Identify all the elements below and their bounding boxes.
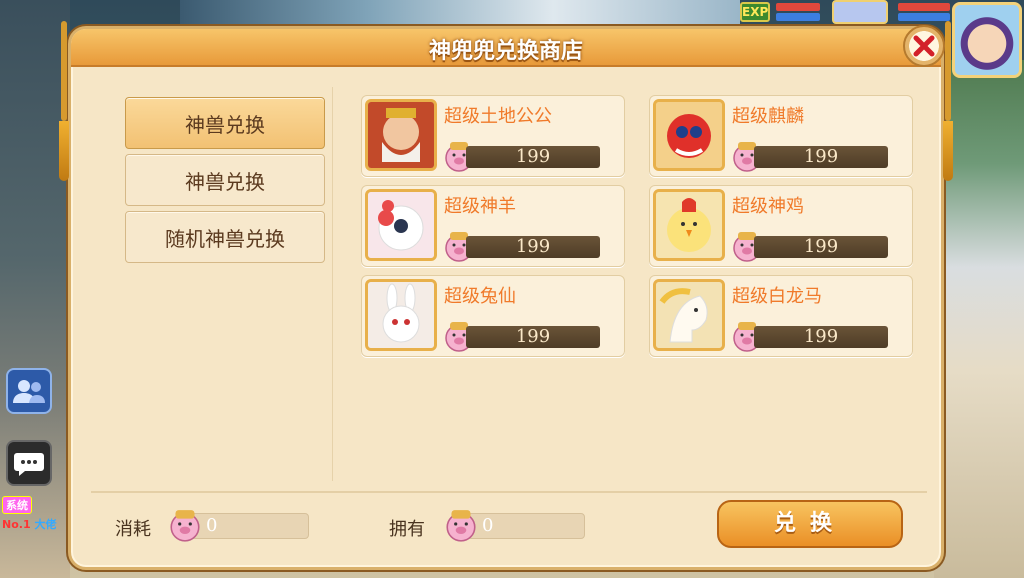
system-msg-prefix: No.1 xyxy=(2,518,31,531)
title-bar: 神兜兜兑换商店 xyxy=(71,29,941,67)
divine-rooster-portrait xyxy=(653,189,725,261)
item-price: 199 xyxy=(466,236,600,258)
shop-item[interactable]: 超级神羊 199 xyxy=(361,185,625,267)
divine-sheep-portrait xyxy=(365,189,437,261)
shop-item[interactable]: 超级兔仙 199 xyxy=(361,275,625,357)
cost-label: 消耗 xyxy=(115,519,151,540)
left-scroll-rod xyxy=(57,21,71,201)
item-name: 超级神羊 xyxy=(444,196,516,217)
chat-button[interactable] xyxy=(6,440,52,486)
friends-icon xyxy=(13,380,45,403)
shop-item[interactable]: 超级白龙马 199 xyxy=(649,275,913,357)
item-name: 超级兔仙 xyxy=(444,286,516,307)
earth-god-portrait xyxy=(365,99,437,171)
pig-coin-icon xyxy=(446,510,476,542)
item-price: 199 xyxy=(754,236,888,258)
white-dragon-horse-portrait xyxy=(653,279,725,351)
system-msg-rest: 大佬 xyxy=(34,518,57,531)
close-icon xyxy=(913,35,935,57)
system-message: 系统 No.1 大佬 xyxy=(2,496,72,532)
pet-portrait[interactable] xyxy=(832,0,888,24)
player-hp-bar xyxy=(898,3,950,11)
pet-mp-bar xyxy=(776,13,820,21)
own-label: 拥有 xyxy=(389,519,425,540)
shop-title: 神兜兜兑换商店 xyxy=(428,39,583,64)
shop-item[interactable]: 超级麒麟 199 xyxy=(649,95,913,177)
close-button[interactable] xyxy=(903,25,945,67)
item-name: 超级土地公公 xyxy=(444,106,552,127)
cost-value: 0 xyxy=(191,513,309,539)
scene-top-roof xyxy=(180,0,740,28)
pet-hp-bar xyxy=(776,3,820,11)
shop-item[interactable]: 超级神鸡 199 xyxy=(649,185,913,267)
shop-item[interactable]: 超级土地公公 199 xyxy=(361,95,625,177)
item-price: 199 xyxy=(754,326,888,348)
system-tag: 系统 xyxy=(2,496,32,514)
own-value: 0 xyxy=(467,513,585,539)
item-name: 超级白龙马 xyxy=(732,286,822,307)
tab-column: 神兽兑换 神兽兑换 随机神兽兑换 xyxy=(113,87,333,481)
shop-panel: 神兜兜兑换商店 神兽兑换 神兽兑换 随机神兽兑换 超级土地公公 199 超级麒麟… xyxy=(59,21,953,570)
item-price: 199 xyxy=(466,146,600,168)
player-mp-bar xyxy=(898,13,950,21)
item-price: 199 xyxy=(466,326,600,348)
exchange-button[interactable]: 兑换 xyxy=(717,500,903,548)
item-name: 超级神鸡 xyxy=(732,196,804,217)
tab-beast-exchange-2[interactable]: 神兽兑换 xyxy=(125,154,325,206)
item-price: 199 xyxy=(754,146,888,168)
friends-button[interactable] xyxy=(6,368,52,414)
player-avatar[interactable] xyxy=(952,2,1022,78)
footer-divider xyxy=(91,491,927,493)
tab-beast-exchange[interactable]: 神兽兑换 xyxy=(125,97,325,149)
exp-icon: EXP xyxy=(740,2,770,22)
qilin-portrait xyxy=(653,99,725,171)
tab-random-beast-exchange[interactable]: 随机神兽兑换 xyxy=(125,211,325,263)
rabbit-immortal-portrait xyxy=(365,279,437,351)
item-name: 超级麒麟 xyxy=(732,106,804,127)
pig-coin-icon xyxy=(170,510,200,542)
chat-bubble-icon xyxy=(14,453,44,476)
